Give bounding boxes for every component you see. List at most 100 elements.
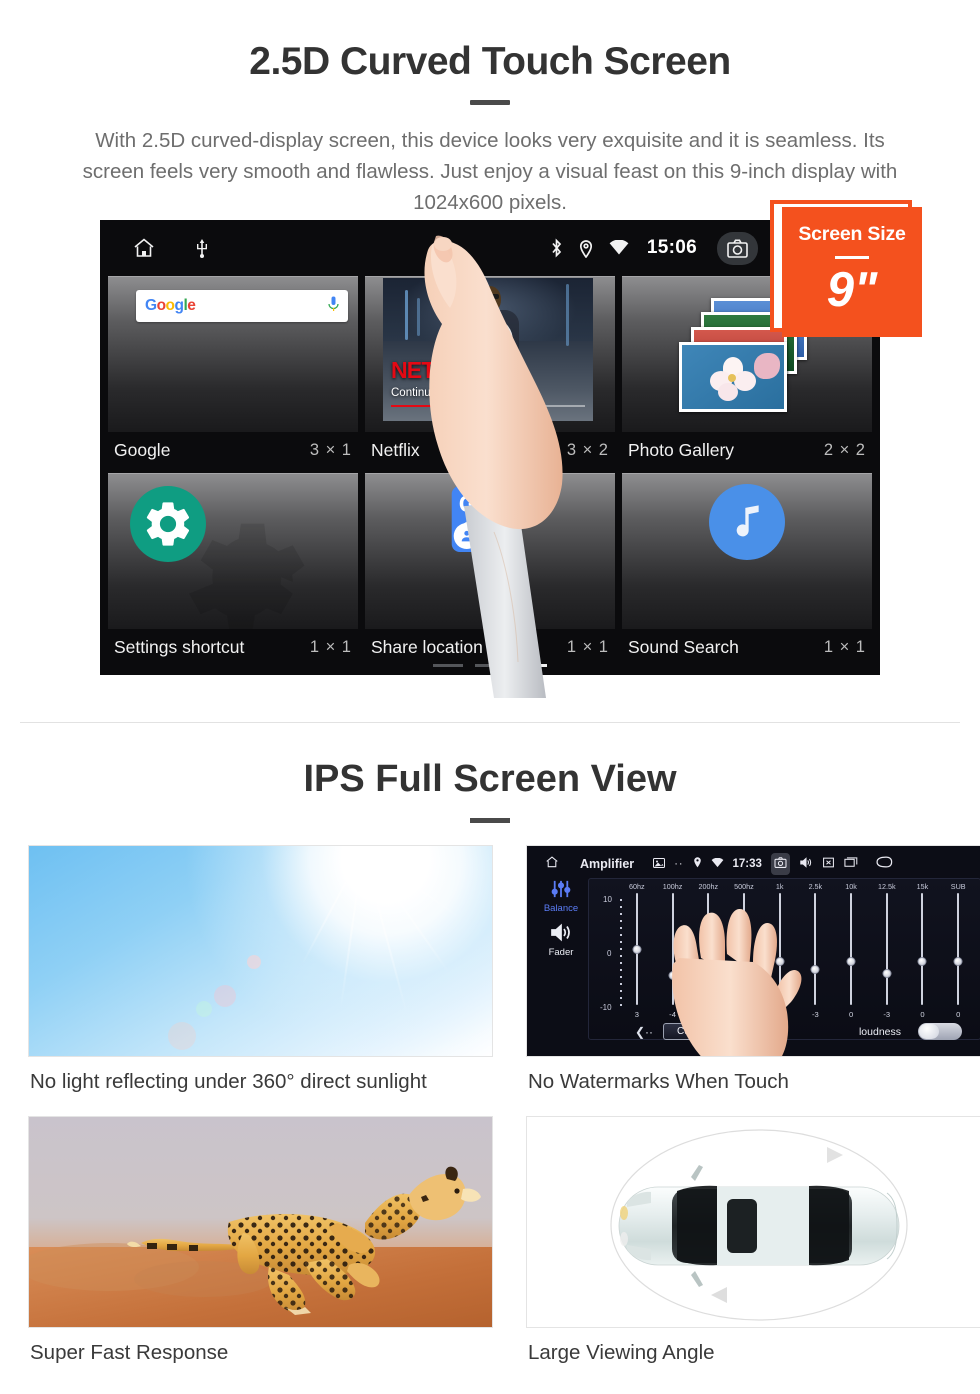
band-value: -4 — [669, 1010, 676, 1019]
page-dot-active[interactable] — [517, 664, 547, 667]
back-icon[interactable] — [875, 855, 893, 873]
page-indicator[interactable] — [100, 664, 880, 667]
cheetah-photo — [28, 1116, 493, 1328]
widget-size: 1 × 1 — [566, 638, 609, 656]
camera-icon[interactable] — [770, 853, 790, 875]
music-note-icon[interactable] — [709, 484, 785, 560]
equalizer-panel[interactable]: 60hz 100hz 200hz 500hz 1k 2.5k 10k 12.5k… — [588, 878, 980, 1040]
volume-icon[interactable] — [799, 855, 813, 873]
widget-cell-google[interactable]: Google Google 3 × 1 — [108, 276, 358, 471]
camera-icon[interactable] — [717, 231, 758, 265]
widget-row-two: Settings shortcut 1 × 1 G Share location… — [108, 473, 872, 668]
sound-search-widget-preview[interactable] — [622, 473, 872, 629]
widget-cell-share-location[interactable]: G Share location 1 × 1 — [365, 473, 615, 668]
band-value: 0 — [777, 1010, 782, 1019]
widget-cell-sound-search[interactable]: Sound Search 1 × 1 — [622, 473, 872, 668]
netflix-widget-preview[interactable]: NETFLIX Continue Marvel's Daredevil — [365, 276, 615, 432]
feature-caption: No light reflecting under 360° direct su… — [30, 1070, 427, 1093]
side-tab-balance[interactable]: Balance — [536, 903, 586, 914]
band-value: -3 — [811, 1010, 819, 1019]
eq-slider[interactable] — [762, 893, 798, 1009]
section-two-title: IPS Full Screen View — [303, 758, 677, 800]
sunlight-photo — [28, 845, 493, 1057]
amplifier-side-tabs: Balance Fader — [536, 878, 586, 1040]
band-label: 2.5k — [808, 882, 823, 891]
eq-slider[interactable] — [940, 893, 976, 1009]
widget-size: 1 × 1 — [823, 638, 866, 656]
eq-slider[interactable] — [869, 893, 905, 1009]
recents-icon[interactable] — [844, 855, 858, 873]
amplifier-title: Amplifier — [580, 857, 635, 871]
eq-slider[interactable] — [655, 893, 691, 1009]
feature-card-amplifier: Amplifier ·· 17:33 Balance Fader 60hz 10… — [526, 845, 980, 1094]
feature-card-grid: No light reflecting under 360° direct su… — [0, 845, 980, 1365]
page-dot[interactable] — [475, 664, 505, 667]
amplifier-clock: 17:33 — [732, 858, 762, 870]
widget-cell-settings[interactable]: Settings shortcut 1 × 1 — [108, 473, 358, 668]
badge-label: Screen Size — [798, 223, 906, 245]
person-pin-icon — [453, 523, 480, 549]
eq-slider[interactable] — [619, 893, 655, 1009]
scale-mid: 0 — [607, 949, 612, 958]
scale-bottom: -10 — [600, 1003, 612, 1012]
widget-caption-photo-gallery: Photo Gallery 2 × 2 — [622, 432, 872, 471]
share-location-widget-preview[interactable]: G — [365, 473, 615, 629]
settings-widget-preview[interactable] — [108, 473, 358, 629]
home-icon[interactable] — [545, 855, 559, 874]
widget-label: Sound Search — [628, 637, 739, 657]
wifi-icon — [711, 855, 724, 873]
preset-button[interactable]: Custom — [663, 1023, 726, 1040]
band-value: 0 — [706, 1010, 711, 1019]
netflix-brand: NETFLIX — [391, 357, 482, 383]
loudness-label: loudness — [858, 1025, 901, 1038]
badge-value: 9" — [826, 263, 878, 317]
microphone-icon[interactable] — [328, 296, 339, 317]
widget-caption-share-location: Share location 1 × 1 — [365, 629, 615, 668]
amplifier-status-bar: Amplifier ·· 17:33 — [536, 853, 980, 875]
band-values: 3 -4 0 0 0 -3 0 -3 0 0 — [589, 1009, 980, 1019]
band-label: 10k — [845, 882, 857, 891]
widget-cell-netflix[interactable]: NETFLIX Continue Marvel's Daredevil Netf… — [365, 276, 615, 471]
widget-caption-sound-search: Sound Search 1 × 1 — [622, 629, 872, 668]
dots-icon[interactable]: ·· — [674, 858, 683, 870]
equalizer-sliders[interactable] — [589, 891, 980, 1009]
prev-preset-icon[interactable]: ❮·· — [635, 1025, 653, 1039]
google-maps-icon[interactable]: G — [451, 486, 518, 552]
widget-caption-settings: Settings shortcut 1 × 1 — [108, 629, 358, 668]
home-icon[interactable] — [132, 236, 156, 260]
netflix-subtitle: Continue Marvel's Daredevil — [391, 387, 535, 399]
image-icon[interactable] — [653, 855, 666, 873]
close-icon[interactable] — [822, 855, 835, 873]
page-dot[interactable] — [433, 664, 463, 667]
eq-slider[interactable] — [905, 893, 941, 1009]
location-icon — [693, 855, 702, 873]
amplifier-footer: ❮·· Custom loudness — [589, 1019, 980, 1040]
settings-gear-icon[interactable] — [130, 486, 206, 562]
feature-card-sunlight: No light reflecting under 360° direct su… — [28, 845, 493, 1094]
bluetooth-icon — [550, 238, 563, 258]
speaker-icon[interactable] — [536, 923, 586, 947]
usb-icon[interactable] — [194, 238, 210, 258]
feature-card-row-two: Super Fast Response Large Viewing Angle — [0, 1116, 980, 1365]
band-value: 0 — [920, 1010, 925, 1019]
eq-slider[interactable] — [726, 893, 762, 1009]
eq-slider[interactable] — [690, 893, 726, 1009]
feature-caption: No Watermarks When Touch — [528, 1070, 789, 1093]
band-label: 60hz — [629, 882, 645, 891]
eq-slider[interactable] — [798, 893, 834, 1009]
google-widget-preview[interactable]: Google — [108, 276, 358, 432]
band-label: 1k — [775, 882, 784, 891]
loudness-toggle[interactable] — [918, 1023, 962, 1040]
band-labels: 60hz 100hz 200hz 500hz 1k 2.5k 10k 12.5k… — [589, 879, 980, 891]
widget-size: 3 × 1 — [309, 441, 352, 459]
sliders-icon[interactable] — [536, 880, 586, 903]
status-clock: 15:06 — [646, 237, 697, 258]
feature-card-row-one: No light reflecting under 360° direct su… — [0, 845, 980, 1094]
widget-label: Photo Gallery — [628, 440, 735, 460]
feature-card-viewing-angle: Large Viewing Angle — [526, 1116, 980, 1365]
feature-caption: Large Viewing Angle — [528, 1341, 715, 1364]
eq-slider[interactable] — [833, 893, 869, 1009]
badge-divider — [835, 256, 869, 259]
google-search-bar[interactable]: Google — [136, 290, 348, 322]
side-tab-fader[interactable]: Fader — [536, 947, 586, 958]
